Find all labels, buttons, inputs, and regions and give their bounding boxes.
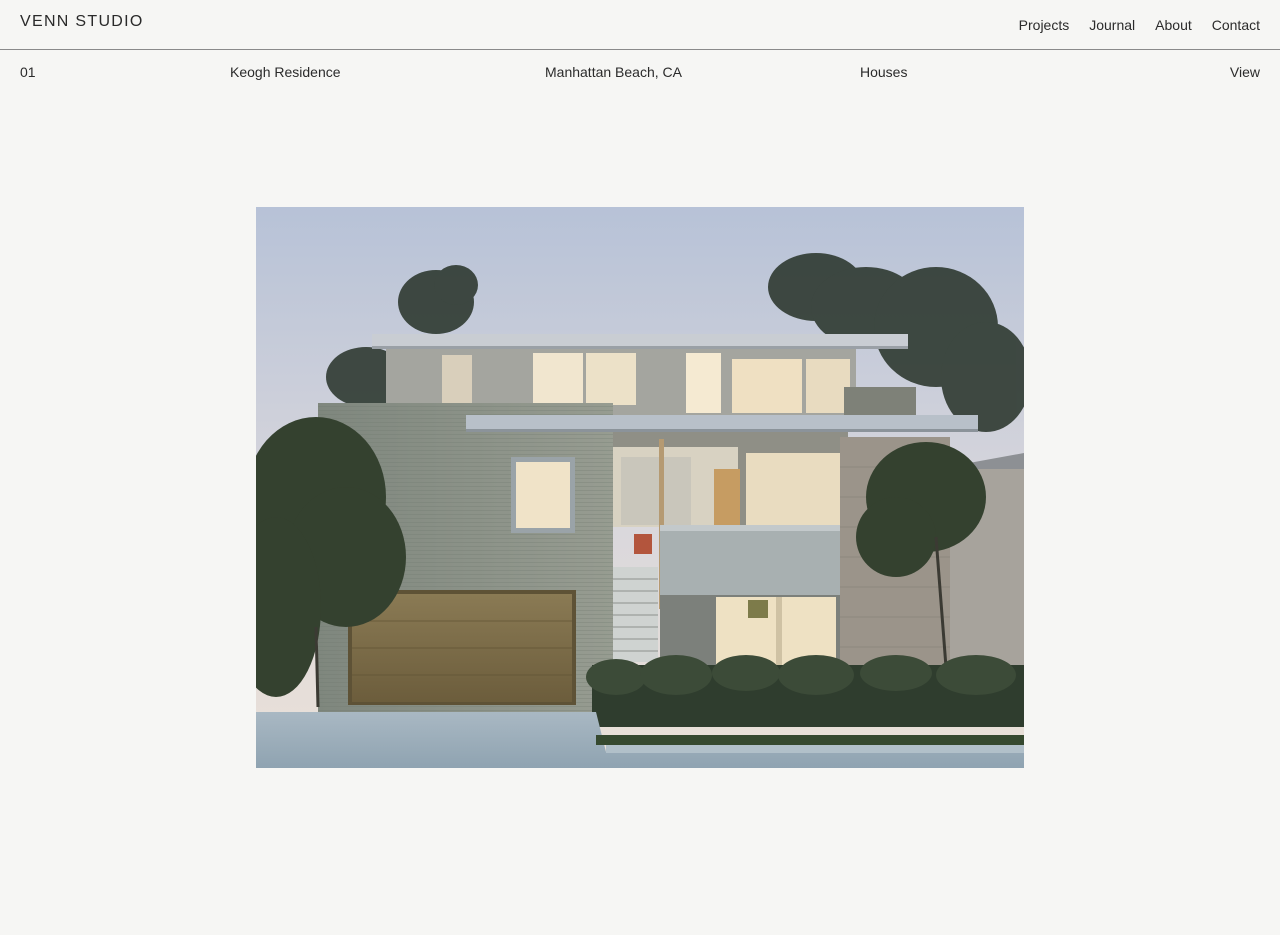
project-category: Houses: [860, 64, 908, 80]
view-link[interactable]: View: [1230, 64, 1260, 80]
project-name: Keogh Residence: [230, 64, 341, 80]
nav-contact[interactable]: Contact: [1212, 17, 1260, 33]
nav-projects[interactable]: Projects: [1019, 17, 1070, 33]
house-illustration: [256, 207, 1024, 768]
nav-about[interactable]: About: [1155, 17, 1192, 33]
project-photo[interactable]: [256, 207, 1024, 768]
nav-journal[interactable]: Journal: [1089, 17, 1135, 33]
logo[interactable]: VENN STUDIO: [20, 13, 144, 31]
site-header: VENN STUDIO Projects Journal About Conta…: [0, 0, 1280, 50]
project-location: Manhattan Beach, CA: [545, 64, 682, 80]
project-row[interactable]: 01 Keogh Residence Manhattan Beach, CA H…: [0, 64, 1280, 82]
main-nav: Projects Journal About Contact: [1019, 17, 1260, 33]
project-number: 01: [20, 64, 36, 80]
